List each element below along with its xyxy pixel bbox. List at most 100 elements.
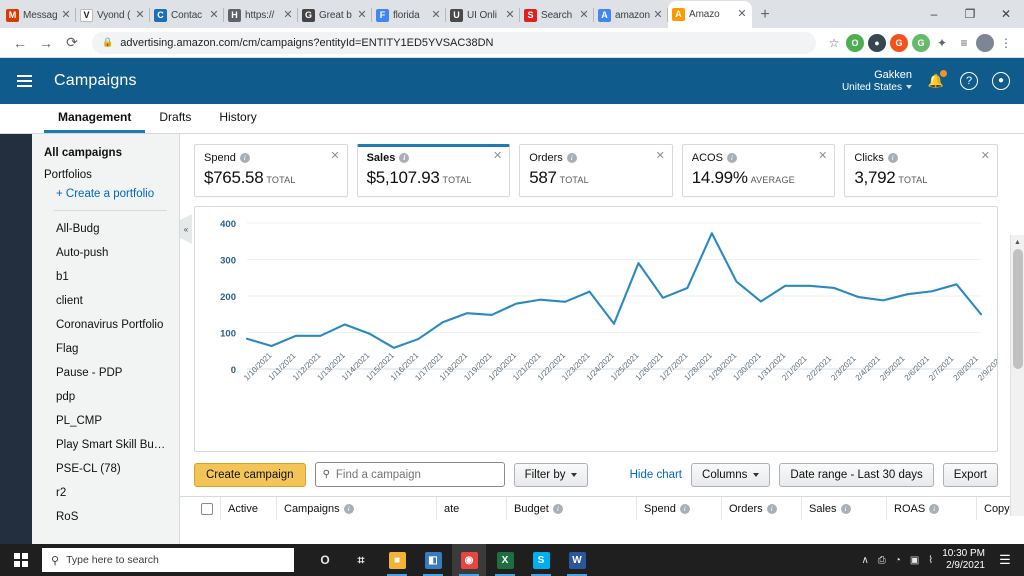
close-tab-icon[interactable]: ✕ [736, 9, 748, 20]
close-window-button[interactable]: ✕ [988, 0, 1024, 28]
browser-tab-8[interactable]: Aamazon ✕ [594, 2, 668, 28]
browser-tab-3[interactable]: Hhttps:// ✕ [224, 2, 298, 28]
search-input[interactable] [335, 468, 497, 481]
excel-icon[interactable]: X [488, 544, 522, 576]
close-tab-icon[interactable]: ✕ [60, 9, 72, 21]
table-column-header[interactable]: Sales i [801, 497, 886, 520]
sidebar-portfolio-item[interactable]: Auto-push [32, 241, 179, 265]
taskbar-search[interactable]: ⚲ Type here to search [42, 548, 294, 572]
collapse-sidebar-handle[interactable]: « [180, 214, 192, 244]
extension-dark-icon[interactable]: ● [868, 33, 886, 52]
info-icon[interactable]: i [840, 503, 851, 514]
extension-lime-icon[interactable]: G [912, 33, 930, 52]
tray-icon-2[interactable]: ◔ [895, 555, 901, 566]
hamburger-menu-icon[interactable] [8, 75, 40, 87]
close-tab-icon[interactable]: ✕ [504, 9, 516, 21]
info-icon[interactable]: i [929, 503, 940, 514]
scrollbar-thumb[interactable] [1013, 249, 1023, 369]
browser-tab-7[interactable]: S Search ✕ [520, 2, 594, 28]
browser-menu-icon[interactable]: ⋮ [996, 36, 1016, 50]
taskview-icon[interactable]: ⌗ [344, 544, 378, 576]
table-column-header[interactable] [194, 497, 220, 520]
tab-management[interactable]: Management [44, 104, 146, 133]
maximize-button[interactable]: ❐ [952, 0, 988, 28]
new-tab-button[interactable]: + [752, 2, 778, 28]
select-all-checkbox[interactable] [201, 502, 213, 515]
close-tab-icon[interactable]: ✕ [208, 9, 220, 21]
tray-icon-4[interactable]: ⌇ [928, 555, 933, 566]
info-icon[interactable]: i [766, 503, 777, 514]
start-button[interactable] [0, 544, 42, 576]
action-center-icon[interactable]: ☰ [994, 552, 1016, 568]
metric-card-spend[interactable]: Spend i ✕ $765.58 TOTAL [194, 144, 348, 197]
close-tab-icon[interactable]: ✕ [356, 9, 368, 21]
sidebar-portfolio-item[interactable]: Play Smart Skill Build… [32, 433, 179, 457]
browser-tab-0[interactable]: M Messag ✕ [2, 2, 76, 28]
info-icon[interactable]: i [552, 503, 563, 514]
sidebar-portfolio-item[interactable]: PL_CMP [32, 409, 179, 433]
help-icon[interactable]: ? [960, 71, 978, 90]
taskbar-clock[interactable]: 10:30 PM 2/9/2021 [942, 548, 985, 573]
columns-button[interactable]: Columns [691, 462, 771, 487]
bookmark-star-icon[interactable]: ☆ [824, 36, 844, 50]
store-icon[interactable]: ◧ [416, 544, 450, 576]
account-switcher[interactable]: Gakken United States [842, 69, 912, 93]
back-button[interactable]: ← [8, 31, 32, 55]
forward-button[interactable]: → [34, 31, 58, 55]
info-icon[interactable]: i [343, 503, 354, 514]
table-column-header[interactable]: ROAS i [886, 497, 976, 520]
remove-metric-icon[interactable]: ✕ [330, 151, 339, 162]
browser-tab-1[interactable]: V Vyond (✕ [76, 2, 150, 28]
info-icon[interactable]: i [566, 153, 577, 163]
browser-tab-4[interactable]: G Great b ✕ [298, 2, 372, 28]
browser-tab-2[interactable]: C Contac ✕ [150, 2, 224, 28]
campaign-search-box[interactable]: ⚲ [314, 462, 505, 487]
sidebar-portfolio-item[interactable]: b1 [32, 265, 179, 289]
browser-tab-9[interactable]: A Amazo ✕ [668, 1, 752, 28]
tray-icon-0[interactable]: ∧ [861, 555, 868, 566]
user-profile-icon[interactable]: ● [992, 71, 1010, 90]
info-icon[interactable]: i [239, 153, 250, 163]
browser-tab-5[interactable]: Fflorida ✕ [372, 2, 446, 28]
sidebar-item-all-campaigns[interactable]: All campaigns [32, 144, 179, 167]
browser-profile-avatar[interactable] [976, 33, 994, 52]
remove-metric-icon[interactable]: ✕ [818, 151, 827, 162]
metric-card-orders[interactable]: Orders i ✕ 587 TOTAL [519, 144, 673, 197]
close-tab-icon[interactable]: ✕ [578, 9, 590, 21]
page-scrollbar[interactable]: ▲ [1010, 235, 1024, 516]
tray-icon-3[interactable]: ▣ [910, 555, 919, 566]
extension-green-icon[interactable]: O [846, 33, 864, 52]
skype-icon[interactable]: S [524, 544, 558, 576]
sidebar-portfolio-item[interactable]: RoS [32, 505, 179, 529]
sidebar-portfolio-item[interactable]: PSE-CL (78) [32, 457, 179, 481]
close-tab-icon[interactable]: ✕ [652, 9, 664, 21]
browser-tab-6[interactable]: U UI Onli ✕ [446, 2, 520, 28]
table-column-header[interactable]: Spend i [636, 497, 721, 520]
tab-drafts[interactable]: Drafts [145, 104, 205, 133]
minimize-button[interactable]: – [916, 0, 952, 28]
pin-extension-icon[interactable]: ✦ [932, 36, 952, 50]
info-icon[interactable]: i [887, 153, 898, 163]
export-button[interactable]: Export [942, 462, 998, 487]
notifications-bell-icon[interactable]: 🔔 [926, 69, 947, 91]
metric-card-clicks[interactable]: Clicks i ✕ 3,792 TOTAL [844, 144, 998, 197]
date-range-button[interactable]: Date range - Last 30 days [779, 462, 934, 487]
sidebar-portfolio-item[interactable]: r2 [32, 481, 179, 505]
reload-button[interactable]: ⟳ [60, 31, 84, 55]
hide-chart-link[interactable]: Hide chart [630, 469, 682, 481]
reading-list-icon[interactable]: ≡ [954, 36, 974, 50]
remove-metric-icon[interactable]: ✕ [493, 151, 502, 162]
cortana-icon[interactable]: O [308, 544, 342, 576]
table-column-header[interactable]: Campaigns i [276, 497, 436, 520]
sidebar-portfolio-item[interactable]: client [32, 289, 179, 313]
table-column-header[interactable]: Active [220, 497, 276, 520]
sidebar-portfolio-item[interactable]: All-Budg [32, 217, 179, 241]
remove-metric-icon[interactable]: ✕ [656, 151, 665, 162]
info-icon[interactable]: i [726, 153, 737, 163]
remove-metric-icon[interactable]: ✕ [981, 151, 990, 162]
create-campaign-button[interactable]: Create campaign [194, 462, 306, 487]
close-tab-icon[interactable]: ✕ [430, 9, 442, 21]
create-portfolio-link[interactable]: + Create a portfolio [32, 185, 179, 206]
file-explorer-icon[interactable]: ■ [380, 544, 414, 576]
info-icon[interactable]: i [399, 153, 410, 163]
